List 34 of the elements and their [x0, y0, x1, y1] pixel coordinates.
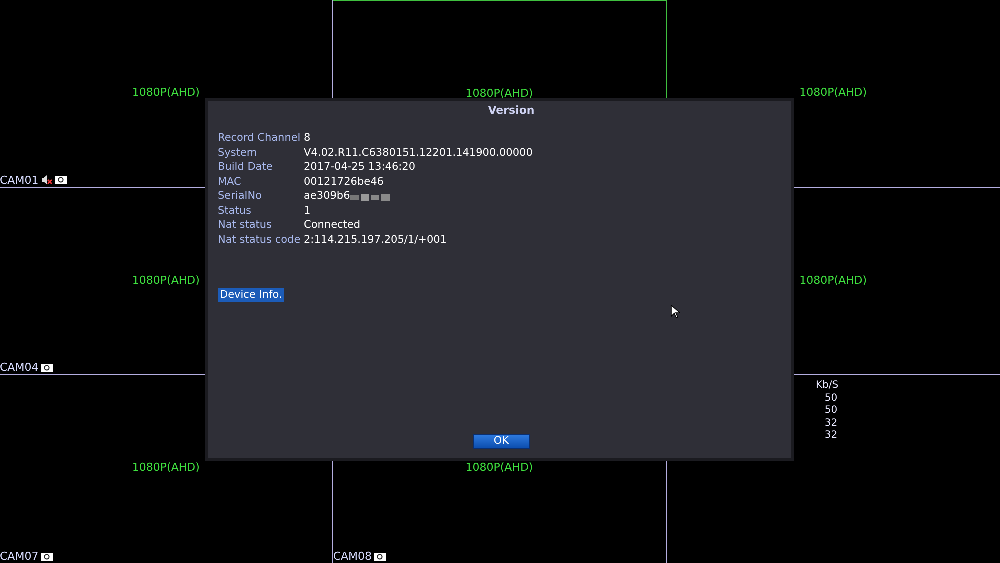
- bitrate-value: 32: [824, 430, 839, 442]
- field-label: Nat status: [218, 218, 274, 234]
- camera-label: CAM01: [0, 174, 39, 186]
- resolution-label: 1080P(AHD): [132, 274, 200, 286]
- resolution-label: 1080P(AHD): [132, 87, 200, 98]
- field-label: Nat status code: [218, 233, 302, 248]
- field-value: 8: [304, 130, 311, 146]
- field-label: Build Date: [218, 160, 274, 176]
- resolution-label: 1080P(AHD): [800, 87, 868, 98]
- bitrate-value: 50: [824, 405, 839, 418]
- camera-record-icon: [40, 552, 53, 560]
- resolution-label: 1080P(AHD): [132, 462, 200, 474]
- device-info-button[interactable]: Device Info.: [218, 288, 284, 302]
- mouse-pointer-icon: [671, 305, 680, 319]
- camera-record-icon: [40, 364, 53, 372]
- camera-record-icon: [374, 552, 386, 560]
- field-value: 1: [304, 204, 311, 219]
- ok-button[interactable]: OK: [473, 434, 530, 449]
- resolution-label: 1080P(AHD): [800, 274, 868, 286]
- field-label: System: [218, 146, 258, 161]
- bitrate-header: Kb/S: [816, 380, 839, 392]
- bitrate-value: 32: [824, 418, 839, 430]
- field-label: Status: [218, 204, 252, 219]
- field-label: Record Channel: [218, 130, 302, 146]
- camera-label: CAM07: [0, 551, 39, 562]
- resolution-label: 1080P(AHD): [466, 88, 534, 99]
- resolution-label: 1080P(AHD): [466, 462, 534, 474]
- field-label: MAC: [218, 174, 242, 190]
- camera-label: CAM08: [333, 551, 372, 562]
- camera-label: CAM04: [0, 362, 39, 374]
- dialog-title: Version: [488, 103, 535, 119]
- field-label: SerialNo: [218, 189, 263, 204]
- bitrate-value: 50: [824, 392, 839, 405]
- camera-record-icon: [54, 176, 67, 184]
